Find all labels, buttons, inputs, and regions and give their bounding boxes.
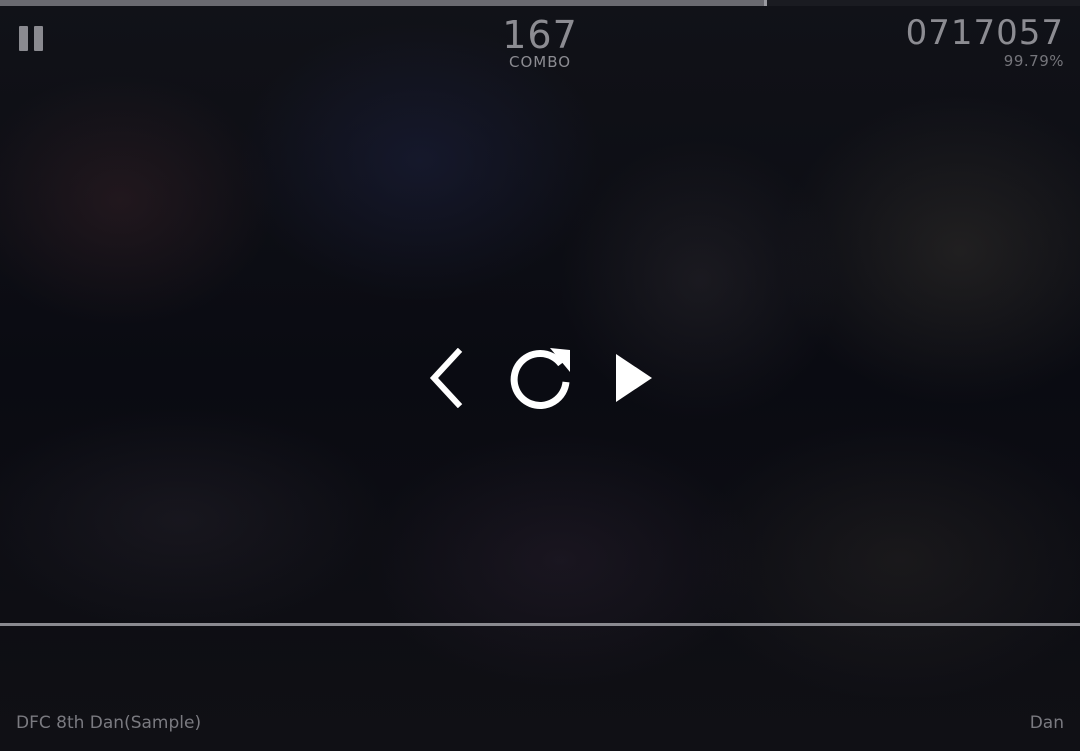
pause-icon — [19, 26, 28, 51]
score-display: 0717057 99.79% — [764, 12, 1064, 69]
difficulty-label: Dan — [1029, 713, 1064, 733]
pause-button[interactable] — [18, 26, 46, 54]
song-title: DFC 8th Dan(Sample) — [16, 713, 202, 733]
combo-value: 167 — [502, 13, 578, 57]
pause-menu-controls — [420, 340, 700, 416]
chevron-left-icon — [429, 348, 463, 408]
combo-label: COMBO — [508, 53, 572, 71]
score-value: 0717057 — [905, 13, 1064, 53]
combo-display: 167 COMBO — [440, 12, 640, 70]
song-progress-bar — [0, 0, 1080, 6]
retry-button[interactable] — [506, 342, 578, 414]
retry-icon — [510, 348, 570, 409]
resume-button[interactable] — [610, 348, 654, 408]
back-button[interactable] — [428, 348, 468, 408]
song-progress-fill — [0, 0, 767, 6]
accuracy-value: 99.79% — [1003, 52, 1064, 70]
judgement-line — [0, 623, 1080, 626]
play-icon — [616, 354, 652, 402]
